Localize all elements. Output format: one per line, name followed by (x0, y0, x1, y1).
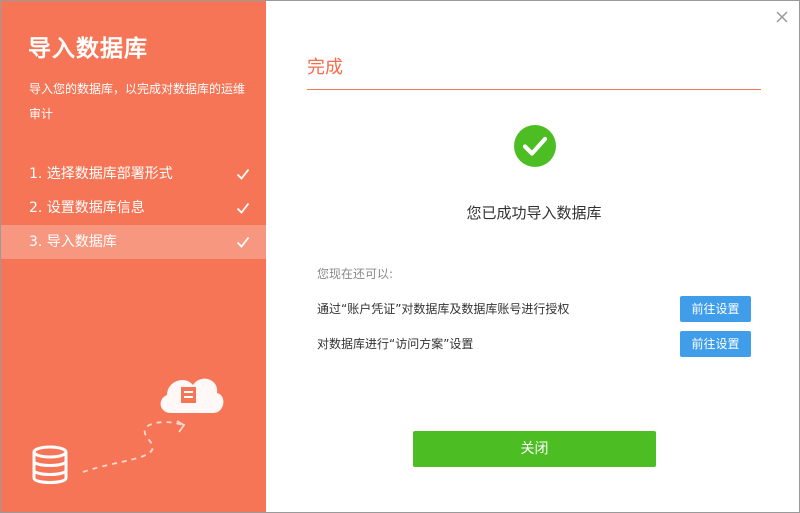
step-list: 1. 选择数据库部署形式 2. 设置数据库信息 3. 导入数据库 (1, 157, 266, 259)
action-row: 对数据库进行“访问方案”设置 前往设置 (317, 331, 751, 357)
step-item-3: 3. 导入数据库 (1, 225, 266, 259)
step-label: 3. 导入数据库 (29, 234, 117, 250)
sidebar-description: 导入您的数据库，以完成对数据库的运维审计 (29, 82, 246, 121)
action-text: 对数据库进行“访问方案”设置 (317, 337, 474, 351)
database-icon (32, 445, 68, 484)
step-item-1: 1. 选择数据库部署形式 (1, 157, 266, 191)
close-icon[interactable] (773, 8, 791, 26)
check-icon (236, 168, 250, 180)
sidebar: 导入数据库 导入您的数据库，以完成对数据库的运维审计 1. 选择数据库部署形式 … (1, 1, 266, 512)
action-text: 通过“账户凭证”对数据库及数据库账号进行授权 (317, 302, 570, 316)
go-to-access-plan-settings-button[interactable]: 前往设置 (680, 331, 751, 357)
action-row: 通过“账户凭证”对数据库及数据库账号进行授权 前往设置 (317, 296, 751, 322)
check-icon (236, 202, 250, 214)
step-label: 1. 选择数据库部署形式 (29, 166, 173, 182)
check-icon (236, 236, 250, 248)
step-item-2: 2. 设置数据库信息 (1, 191, 266, 225)
go-to-credentials-settings-button[interactable]: 前往设置 (680, 296, 751, 322)
step-label: 2. 设置数据库信息 (29, 200, 145, 216)
database-to-cloud-illustration (32, 378, 224, 484)
next-steps-hint: 您现在还可以: (317, 267, 394, 281)
close-button[interactable]: 关闭 (413, 431, 656, 467)
success-message: 您已成功导入数据库 (466, 204, 602, 222)
title-divider (307, 89, 761, 90)
import-database-dialog: 导入数据库 导入您的数据库，以完成对数据库的运维审计 1. 选择数据库部署形式 … (0, 0, 800, 513)
success-check-icon (514, 125, 556, 167)
cloud-icon (160, 378, 224, 413)
page-title: 完成 (307, 57, 343, 78)
sidebar-title: 导入数据库 (28, 36, 148, 62)
